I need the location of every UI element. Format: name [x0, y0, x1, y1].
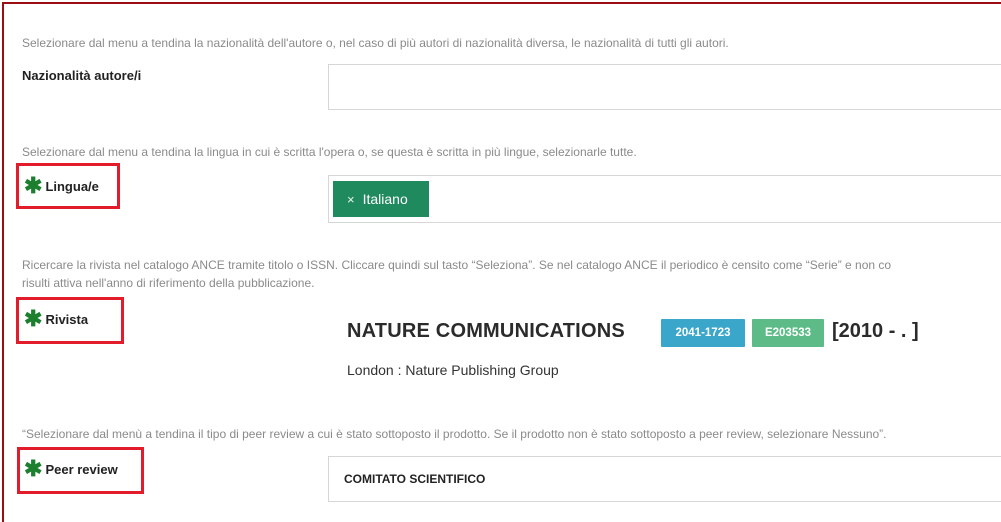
nazionalita-help-text: Selezionare dal menu a tendina la nazion… [22, 36, 729, 50]
peer-review-help-text: “Selezionare dal menù a tendina il tipo … [22, 427, 887, 441]
nazionalita-label: Nazionalità autore/i [22, 68, 142, 83]
peer-review-highlight-box [17, 447, 144, 494]
chip-remove-icon[interactable]: × [347, 192, 355, 207]
peer-review-select-value: COMITATO SCIENTIFICO [344, 472, 486, 486]
journal-title: NATURE COMMUNICATIONS [347, 320, 625, 342]
ance-code-badge: E203533 [752, 319, 824, 347]
chip-label: Italiano [362, 191, 408, 207]
lingua-highlight-box [16, 163, 120, 209]
journal-publisher: London : Nature Publishing Group [347, 362, 559, 378]
rivista-help-text-line2: risulti attiva nell'anno di riferimento … [22, 276, 315, 290]
nazionalita-select[interactable] [328, 64, 1001, 110]
rivista-highlight-box [16, 297, 124, 344]
peer-review-select[interactable]: COMITATO SCIENTIFICO [328, 456, 1001, 502]
lingua-help-text: Selezionare dal menu a tendina la lingua… [22, 145, 637, 159]
issn-badge: 2041-1723 [661, 319, 745, 347]
journal-years: [2010 - . ] [832, 320, 919, 342]
rivista-help-text-line1: Ricercare la rivista nel catalogo ANCE t… [22, 258, 892, 272]
lingua-chip-italiano[interactable]: × Italiano [333, 181, 429, 217]
